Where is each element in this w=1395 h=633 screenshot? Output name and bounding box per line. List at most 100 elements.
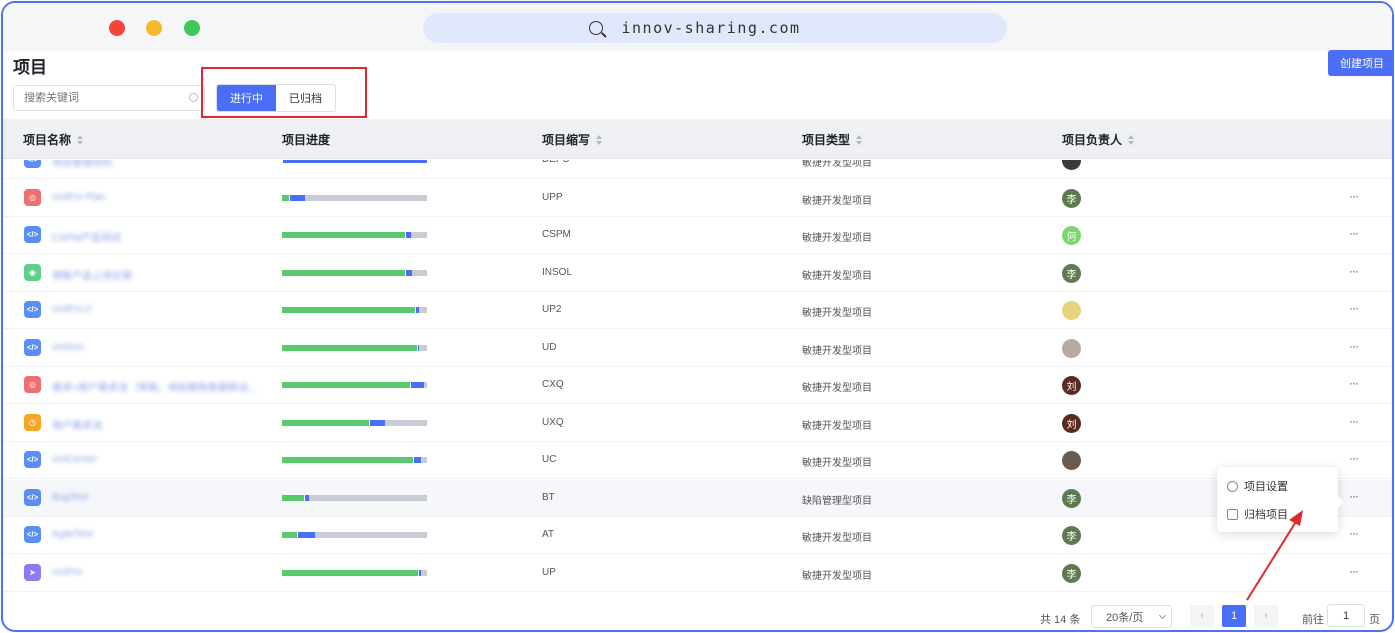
table-row[interactable]: </> AgileTest AT 敏捷开发型项目 李 ···: [3, 517, 1392, 554]
progress-active: [406, 269, 413, 276]
progress-active: [416, 307, 420, 313]
progress-done: [282, 494, 304, 501]
address-bar[interactable]: innov-sharing.com: [423, 13, 1007, 43]
progress-active: [413, 457, 421, 463]
create-project-button[interactable]: 创建项目: [1328, 50, 1392, 76]
table-row[interactable]: </> CSPM产品测试 CSPM 敏捷开发型项目 何 ···: [3, 217, 1392, 254]
sort-icon[interactable]: [856, 134, 863, 145]
table-row[interactable]: ◎ UniPro Plan UPP 敏捷开发型项目 李 ···: [3, 180, 1392, 217]
prev-page-button[interactable]: ‹: [1190, 605, 1214, 627]
page-number-1[interactable]: 1: [1222, 605, 1246, 627]
table-row[interactable]: </> BugTest BT 缺陷管理型项目 李 ···: [3, 479, 1392, 517]
project-name-link[interactable]: UniDoc: [52, 342, 85, 353]
column-header-type[interactable]: 项目类型: [802, 131, 863, 148]
table-row[interactable]: </> UniCenter UC 敏捷开发型项目 ···: [3, 442, 1392, 479]
project-name-link[interactable]: CSPM产品测试: [52, 229, 121, 244]
project-abbr: CSPM: [542, 229, 571, 240]
goto-page-input[interactable]: 1: [1327, 604, 1365, 627]
table-row[interactable]: </> UniDoc UD 敏捷开发型项目 ···: [3, 330, 1392, 367]
avatar: 李: [1062, 526, 1081, 545]
send-icon: ➤: [24, 563, 41, 581]
project-name-link[interactable]: UniCenter: [52, 454, 97, 465]
search-box[interactable]: [13, 85, 205, 111]
more-actions-icon[interactable]: ···: [1349, 564, 1359, 578]
more-actions-icon[interactable]: ···: [1349, 339, 1359, 353]
total-count: 共 14 条: [1040, 614, 1081, 626]
more-actions-icon[interactable]: ···: [1349, 189, 1359, 203]
project-name-link[interactable]: 销售产品上线记录: [52, 267, 132, 282]
project-name-link[interactable]: UniPro: [52, 567, 83, 578]
project-name-link[interactable]: UniPro-2: [52, 304, 91, 315]
progress-done: [282, 344, 417, 351]
project-name-link[interactable]: UniPro Plan: [52, 192, 105, 203]
column-header-progress: 项目进度: [282, 133, 331, 147]
project-name-link[interactable]: AgileTest: [52, 529, 93, 540]
table-row[interactable]: </> UniPro-2 UP2 敏捷开发型项目 ···: [3, 292, 1392, 329]
table-header: 项目名称 项目进度 项目缩写 项目类型 项目负责人: [3, 119, 1392, 159]
more-actions-icon[interactable]: ···: [1349, 301, 1359, 315]
table-row[interactable]: ◎ 需求+用户需求池（草稿，待前期有数据移动... CXQ 敏捷开发型项目 刘 …: [3, 367, 1392, 404]
project-type: 敏捷开发型项目: [802, 308, 872, 319]
more-actions-icon[interactable]: ···: [1349, 376, 1359, 390]
gear-icon: ◉: [24, 263, 41, 281]
column-header-name[interactable]: 项目名称: [23, 131, 84, 148]
avatar: [1062, 338, 1081, 358]
avatar: 刘: [1062, 376, 1081, 395]
more-actions-icon[interactable]: ···: [1349, 451, 1359, 465]
project-name-link[interactable]: 用户需求池: [52, 417, 102, 432]
table-row[interactable]: ◷ 用户需求池 UXQ 敏捷开发型项目 刘 ···: [3, 405, 1392, 442]
sort-icon[interactable]: [1128, 134, 1135, 145]
project-abbr: INSOL: [542, 266, 573, 278]
search-icon: [189, 93, 198, 102]
tab-in-progress[interactable]: 进行中: [217, 85, 276, 111]
chevron-down-icon: [1158, 611, 1167, 620]
project-name-link[interactable]: 项目管理协同: [52, 160, 112, 169]
project-type: 敏捷开发型项目: [802, 270, 872, 282]
column-header-abbr[interactable]: 项目缩写: [542, 131, 603, 148]
avatar: 李: [1062, 188, 1081, 208]
menu-item-project-settings[interactable]: 项目设置: [1227, 478, 1288, 494]
menu-item-label: 项目设置: [1244, 481, 1288, 493]
more-actions-icon[interactable]: ···: [1349, 264, 1359, 278]
progress-done: [282, 232, 406, 238]
next-page-button[interactable]: ›: [1254, 605, 1278, 627]
more-actions-icon[interactable]: ···: [1349, 414, 1359, 428]
settings-icon: [1227, 480, 1238, 492]
progress-done: [282, 194, 290, 201]
goto-label: 前往: [1302, 614, 1324, 626]
close-window-button[interactable]: [109, 20, 125, 36]
table-row[interactable]: </> 项目管理协同 DEPU 敏捷开发型项目 ···: [3, 160, 1392, 179]
project-abbr: UD: [542, 341, 557, 353]
minimize-window-button[interactable]: [146, 20, 162, 36]
more-actions-icon[interactable]: ···: [1349, 489, 1359, 503]
project-type: 敏捷开发型项目: [802, 458, 872, 469]
more-actions-icon[interactable]: ···: [1349, 160, 1359, 165]
code-icon: </>: [24, 301, 41, 318]
avatar: [1062, 160, 1081, 170]
avatar: 何: [1062, 226, 1081, 245]
table-row[interactable]: ◉ 销售产品上线记录 INSOL 敏捷开发型项目 李 ···: [3, 255, 1392, 292]
target-icon: ◎: [24, 376, 41, 393]
progress-bar: [282, 160, 427, 163]
progress-bar: [282, 532, 427, 538]
project-abbr: UC: [542, 454, 557, 465]
search-input[interactable]: [24, 92, 174, 104]
progress-bar: [282, 382, 427, 388]
project-name-link[interactable]: 需求+用户需求池（草稿，待前期有数据移动...: [52, 379, 256, 394]
browser-window: innov-sharing.com 项目 创建项目 进行中 已归档 项目名称 项…: [1, 1, 1394, 632]
more-actions-icon[interactable]: ···: [1349, 226, 1359, 240]
progress-bar: [282, 569, 427, 576]
project-type: 敏捷开发型项目: [802, 383, 872, 394]
tab-archived[interactable]: 已归档: [276, 85, 335, 111]
maximize-window-button[interactable]: [184, 20, 200, 36]
progress-active: [406, 232, 411, 238]
sort-icon[interactable]: [77, 134, 84, 145]
sort-icon[interactable]: [596, 134, 603, 145]
project-name-link[interactable]: BugTest: [52, 492, 88, 503]
progress-bar: [282, 419, 427, 426]
column-header-owner[interactable]: 项目负责人: [1062, 131, 1135, 148]
table-row[interactable]: ➤ UniPro UP 敏捷开发型项目 李 ···: [3, 555, 1392, 592]
more-actions-icon[interactable]: ···: [1349, 526, 1359, 540]
page-size-select[interactable]: 20条/页: [1091, 605, 1172, 628]
code-icon: </>: [24, 160, 41, 168]
